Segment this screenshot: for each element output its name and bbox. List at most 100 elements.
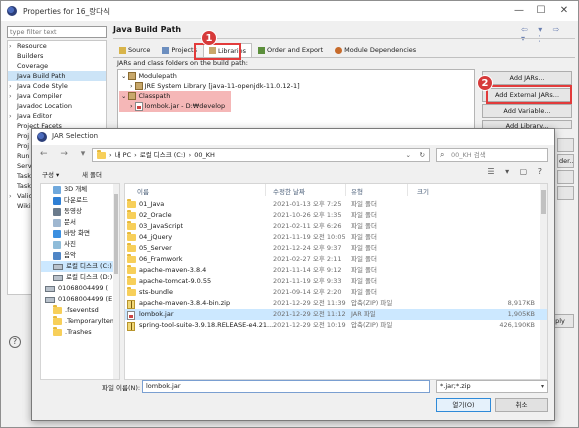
sidebar-item[interactable]: Builders: [8, 51, 106, 61]
nav-pane-item[interactable]: 동영상: [41, 206, 119, 217]
side-button-partial-2[interactable]: [557, 170, 574, 184]
file-type-select[interactable]: *.jar;*.zip ▾: [436, 380, 548, 393]
filename-input[interactable]: lombok.jar: [142, 380, 430, 393]
file-row[interactable]: apache-maven-3.8.4-bin.zip 2021-12-29 오전 …: [125, 298, 547, 309]
tree-lombok-jar[interactable]: › lombok.jar - D:₩develop: [130, 101, 225, 111]
sidebar-item[interactable]: › Java Compiler: [8, 91, 106, 101]
file-row[interactable]: 01_Java 2021-01-13 오후 7:25 파일 폴더: [125, 199, 547, 210]
folder-icon: [127, 276, 136, 285]
nav-pane-label: .Temporaryltem: [65, 317, 117, 325]
breadcrumb-00-kh[interactable]: 00_KH: [194, 149, 215, 161]
nav-pane-item[interactable]: 다운로드: [41, 195, 119, 206]
drive-icon: [53, 274, 63, 281]
column-separator: [345, 184, 346, 196]
window-title: Properties for 16_랑다식: [23, 7, 110, 16]
file-row[interactable]: 05_Server 2021-12-24 오후 9:37 파일 폴더: [125, 243, 547, 254]
desktop-icon: [53, 229, 61, 238]
build-path-description: JARs and class folders on the build path…: [117, 59, 248, 67]
minimize-button[interactable]: —: [511, 4, 527, 18]
tree-jre-library[interactable]: › JRE System Library [java-11-openjdk-11…: [130, 81, 300, 91]
file-row[interactable]: sts-bundle 2021-09-14 오후 2:20 파일 폴더: [125, 287, 547, 298]
nav-pane-label: 사진: [64, 240, 76, 248]
nav-pane-label: 동영상: [64, 207, 82, 215]
nav-pane-item[interactable]: .Temporaryltem: [41, 316, 119, 327]
sidebar-item[interactable]: › Resource: [8, 41, 106, 51]
search-input[interactable]: ⌕ 00_KH 검색: [436, 148, 548, 162]
file-modified: 2021-01-13 오후 7:25: [273, 200, 342, 208]
side-button-partial-1[interactable]: [557, 138, 574, 152]
nav-pane-item[interactable]: 음악: [41, 250, 119, 261]
breadcrumb-this-pc[interactable]: 내 PC: [115, 149, 132, 161]
address-bar[interactable]: › 내 PC › 로컬 디스크 (C:) › 00_KH ⌄ ↻: [92, 148, 430, 162]
folder-icon: [53, 327, 62, 336]
file-row[interactable]: apache-maven-3.8.4 2021-11-14 오후 9:12 파일 폴…: [125, 265, 547, 276]
modulepath-label: Modulepath: [138, 72, 177, 80]
nav-scroll-thumb[interactable]: [114, 194, 118, 274]
path-separator: ›: [188, 151, 192, 159]
sidebar-item-label: Java Build Path: [17, 72, 66, 80]
add-jars-button[interactable]: Add JARs...: [482, 71, 572, 85]
refresh-icon[interactable]: ↻: [420, 149, 425, 161]
file-modified: 2021-09-14 오후 2:20: [273, 288, 342, 296]
column-name[interactable]: 이름: [137, 186, 149, 196]
chevron-down-icon[interactable]: ⌄: [406, 149, 411, 161]
file-row[interactable]: spring-tool-suite-3.9.18.RELEASE-e4.21..…: [125, 320, 547, 331]
nav-pane-item[interactable]: 바탕 화면: [41, 228, 119, 239]
nav-pane-item[interactable]: 로컬 디스크 (C:): [41, 261, 119, 272]
file-row[interactable]: lombok.jar 2021-12-29 오전 11:12 JAR 파일 1,905…: [125, 309, 547, 320]
side-button-partial-3[interactable]: [557, 186, 574, 200]
properties-titlebar: Properties for 16_랑다식 — ☐ ✕: [1, 1, 578, 21]
order-export-icon: [258, 46, 266, 54]
nav-pane-item[interactable]: 3D 개체: [41, 184, 119, 195]
tree-modulepath[interactable]: ⌄ Modulepath: [121, 71, 177, 81]
3d-objects-icon: [53, 185, 61, 194]
filter-input[interactable]: [7, 26, 107, 38]
jar-icon: [134, 101, 143, 111]
open-button[interactable]: 열기(O): [436, 398, 491, 412]
nav-pane-item[interactable]: 01068004499 (: [41, 283, 119, 294]
column-size[interactable]: 크기: [417, 186, 429, 196]
column-type[interactable]: 유형: [351, 186, 363, 196]
view-options-buttons[interactable]: ☰ ▾ ▢ ?: [487, 167, 546, 176]
nav-scrollbar[interactable]: [113, 184, 119, 379]
modulepath-icon: [128, 72, 137, 80]
folder-icon: [127, 265, 136, 274]
search-icon: ⌕: [440, 150, 445, 159]
sidebar-item[interactable]: Javadoc Location: [8, 101, 106, 111]
sidebar-item-label: Valic: [17, 192, 33, 200]
tab-source[interactable]: Source: [113, 43, 156, 57]
tree-classpath[interactable]: ⌄ Classpath: [121, 91, 170, 101]
sidebar-item-label: Javadoc Location: [17, 102, 72, 110]
close-button[interactable]: ✕: [556, 4, 572, 18]
new-folder-button[interactable]: 새 폴더: [82, 169, 102, 179]
file-row[interactable]: 03_JavaScript 2021-02-11 오후 6:26 파일 폴더: [125, 221, 547, 232]
nav-pane-item[interactable]: .Trashes: [41, 327, 119, 338]
chevron-down-icon: ▾: [540, 383, 544, 390]
add-variable-button[interactable]: Add Variable...: [482, 104, 572, 118]
sidebar-item[interactable]: Coverage: [8, 61, 106, 71]
tab-module-deps[interactable]: Module Dependencies: [329, 43, 422, 57]
maximize-button[interactable]: ☐: [533, 4, 549, 18]
nav-pane-item[interactable]: 사진: [41, 239, 119, 250]
breadcrumb-local-disk-c[interactable]: 로컬 디스크 (C:): [140, 149, 186, 161]
sidebar-item[interactable]: › Java Editor: [8, 111, 106, 121]
file-row[interactable]: 06_Framwork 2021-02-27 오후 2:11 파일 폴더: [125, 254, 547, 265]
help-icon[interactable]: ?: [9, 336, 21, 348]
file-row[interactable]: 04_jQuery 2021-11-19 오전 10:05 파일 폴더: [125, 232, 547, 243]
nav-pane-item[interactable]: 문서: [41, 217, 119, 228]
file-type: 파일 폴더: [351, 277, 377, 285]
sidebar-item[interactable]: › Java Code Style: [8, 81, 106, 91]
file-row[interactable]: 02_Oracle 2021-10-26 오후 1:35 파일 폴더: [125, 210, 547, 221]
organize-button[interactable]: 구성 ▾: [42, 169, 59, 179]
sidebar-item[interactable]: Java Build Path: [8, 71, 106, 81]
folder-icon: [127, 254, 136, 263]
nav-pane-item[interactable]: 로컬 디스크 (D:): [41, 272, 119, 283]
tab-order-export[interactable]: Order and Export: [252, 43, 329, 57]
column-modified[interactable]: 수정한 날짜: [273, 186, 305, 196]
nav-pane-item[interactable]: 01068004499 (E: [41, 294, 119, 305]
header-nav-arrows[interactable]: ⇦ ▾ ⇨ ▾ ⋮: [521, 25, 578, 43]
cancel-button[interactable]: 취소: [495, 398, 548, 412]
file-row[interactable]: apache-tomcat-9.0.55 2021-11-19 오후 9:33 파일…: [125, 276, 547, 287]
nav-pane-item[interactable]: .fseventsd: [41, 305, 119, 316]
order-button[interactable]: der...: [557, 154, 574, 168]
